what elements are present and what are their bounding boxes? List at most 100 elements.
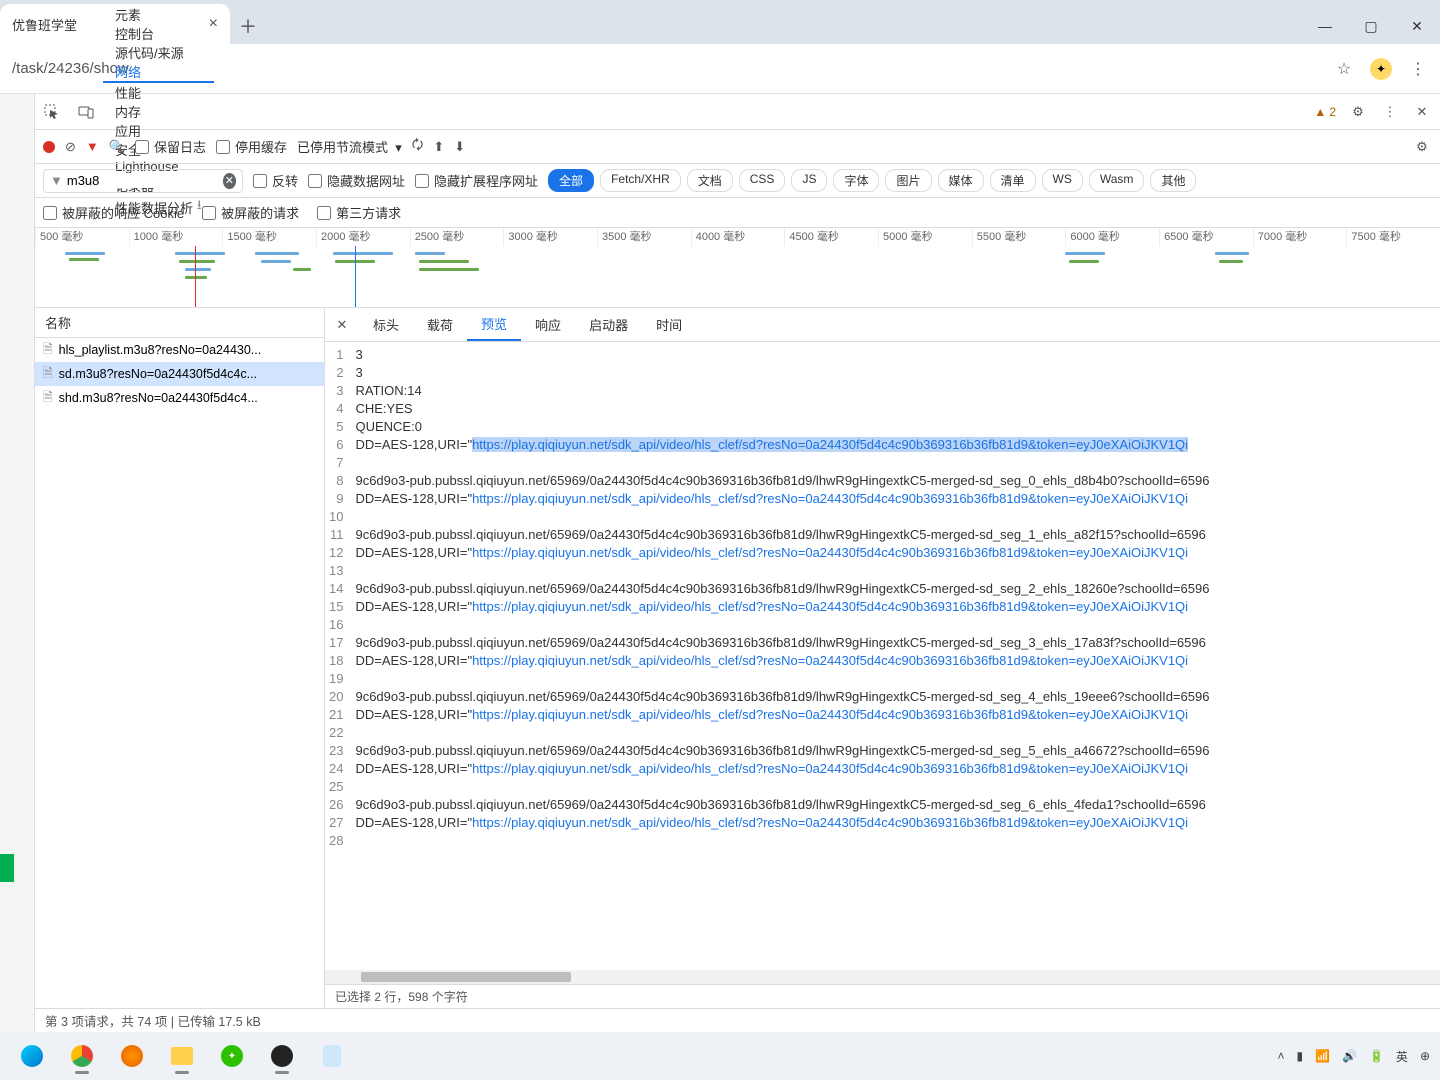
devtools-tab-网络[interactable]: 网络 [103, 62, 214, 83]
windows-taskbar: ✦ ˄ ▮ 📶 🔊 🔋 英 ⊕ [0, 1032, 1440, 1080]
bookmark-star-icon[interactable]: ☆ [1334, 59, 1354, 79]
new-tab-button[interactable]: ＋ [230, 8, 266, 44]
filter-type-全部[interactable]: 全部 [548, 169, 594, 192]
tray-volume-icon[interactable]: 🔊 [1342, 1049, 1357, 1063]
detail-tab-标头[interactable]: 标头 [359, 308, 413, 341]
filter-input-box[interactable]: ▼ ✕ [43, 169, 243, 193]
file-icon: 🗎 [43, 340, 53, 361]
detail-tab-启动器[interactable]: 启动器 [575, 308, 642, 341]
import-har-icon[interactable]: ⬆ [433, 139, 444, 155]
hide-ext-urls-checkbox[interactable]: 隐藏扩展程序网址 [415, 171, 538, 190]
devtools-close-icon[interactable]: ✕ [1412, 102, 1432, 122]
devtools-tab-内存[interactable]: 内存 [103, 102, 214, 121]
devtools-panel: 元素控制台源代码/来源网络性能内存应用安全Lighthouse记录器⭳性能数据分… [34, 94, 1440, 1032]
tray-misc-icon[interactable]: ⊕ [1420, 1049, 1430, 1063]
devtools-menu-icon[interactable]: ⋮ [1380, 102, 1400, 122]
filter-type-图片[interactable]: 图片 [885, 169, 931, 192]
taskbar-firefox-icon[interactable] [110, 1036, 154, 1076]
settings-gear-icon[interactable]: ⚙ [1348, 102, 1368, 122]
devtools-tabs: 元素控制台源代码/来源网络性能内存应用安全Lighthouse记录器⭳性能数据分… [35, 94, 1440, 130]
timeline-tick: 4000 毫秒 [691, 228, 785, 246]
filter-type-WS[interactable]: WS [1042, 169, 1083, 192]
search-icon[interactable]: 🔍 [109, 139, 125, 155]
timeline-tick: 3500 毫秒 [597, 228, 691, 246]
tray-battery-icon[interactable]: 🔋 [1369, 1049, 1384, 1063]
clear-button[interactable]: ⊘ [65, 139, 76, 155]
timeline-tick: 6500 毫秒 [1159, 228, 1253, 246]
ime-indicator[interactable]: 英 [1396, 1048, 1408, 1065]
blocked-cookies-checkbox[interactable]: 被屏蔽的响应 Cookie [43, 203, 184, 222]
filter-type-文档[interactable]: 文档 [687, 169, 733, 192]
filter-type-Fetch/XHR[interactable]: Fetch/XHR [600, 169, 681, 192]
taskbar-obs-icon[interactable] [260, 1036, 304, 1076]
record-button[interactable] [43, 141, 55, 153]
tray-wifi-icon[interactable]: 📶 [1315, 1049, 1330, 1063]
hide-data-urls-checkbox[interactable]: 隐藏数据网址 [308, 171, 405, 190]
export-har-icon[interactable]: ⬇ [454, 139, 465, 155]
third-party-checkbox[interactable]: 第三方请求 [317, 203, 401, 222]
tray-security-icon[interactable]: ▮ [1296, 1049, 1303, 1063]
extension-icon[interactable]: ✦ [1370, 58, 1392, 80]
name-column-header[interactable]: 名称 [35, 308, 324, 338]
devtools-tab-性能[interactable]: 性能 [103, 83, 214, 102]
timeline-tick: 2000 毫秒 [316, 228, 410, 246]
filter-input[interactable] [67, 173, 223, 188]
taskbar-explorer-icon[interactable] [160, 1036, 204, 1076]
filter-type-Wasm[interactable]: Wasm [1089, 169, 1145, 192]
filter-type-媒体[interactable]: 媒体 [938, 169, 984, 192]
filter-type-字体[interactable]: 字体 [833, 169, 879, 192]
filter-type-JS[interactable]: JS [791, 169, 827, 192]
detail-tab-响应[interactable]: 响应 [521, 308, 575, 341]
close-window-button[interactable]: ✕ [1394, 8, 1440, 44]
close-detail-icon[interactable]: ✕ [325, 317, 359, 333]
filter-type-其他[interactable]: 其他 [1150, 169, 1196, 192]
horizontal-scrollbar[interactable] [325, 970, 1440, 984]
filter-toggle-icon[interactable]: ▼ [86, 139, 99, 154]
request-row[interactable]: 🗎shd.m3u8?resNo=0a24430f5d4c4... [35, 386, 324, 410]
address-bar: /task/24236/show ☆ ✦ ⋮ [0, 44, 1440, 94]
detail-tabs: ✕ 标头载荷预览响应启动器时间 [325, 308, 1440, 342]
browser-tabstrip: 优鲁班学堂 × ＋ — ▢ ✕ [0, 0, 1440, 44]
request-row[interactable]: 🗎hls_playlist.m3u8?resNo=0a24430... [35, 338, 324, 362]
preserve-log-checkbox[interactable]: 保留日志 [135, 137, 206, 156]
inspect-element-icon[interactable] [35, 104, 69, 120]
taskbar-notepad-icon[interactable] [310, 1036, 354, 1076]
minimize-button[interactable]: — [1302, 8, 1348, 44]
page-content-strip [0, 94, 34, 1032]
tray-chevron-icon[interactable]: ˄ [1277, 1049, 1284, 1063]
taskbar-chrome-icon[interactable] [60, 1036, 104, 1076]
timeline-tick: 6000 毫秒 [1065, 228, 1159, 246]
network-status-bar: 第 3 项请求，共 74 项 | 已传输 17.5 kB [35, 1008, 1440, 1032]
detail-tab-时间[interactable]: 时间 [642, 308, 696, 341]
network-filter-bar-2: 被屏蔽的响应 Cookie 被屏蔽的请求 第三方请求 [35, 198, 1440, 228]
devtools-tab-元素[interactable]: 元素 [103, 5, 214, 24]
taskbar-edge-icon[interactable] [10, 1036, 54, 1076]
devtools-tab-源代码/来源[interactable]: 源代码/来源 [103, 43, 214, 62]
devtools-tab-控制台[interactable]: 控制台 [103, 24, 214, 43]
device-toolbar-icon[interactable] [69, 104, 103, 120]
network-settings-gear-icon[interactable]: ⚙ [1412, 137, 1432, 157]
detail-tab-预览[interactable]: 预览 [467, 308, 521, 341]
issues-warning-badge[interactable]: ▲ 2 [1314, 105, 1336, 119]
timeline-tick: 3000 毫秒 [503, 228, 597, 246]
throttling-select[interactable]: 已停用节流模式 ▾ [297, 137, 402, 156]
network-filter-bar: ▼ ✕ 反转 隐藏数据网址 隐藏扩展程序网址 全部 Fetch/XHR 文档 CSSJ… [35, 164, 1440, 198]
network-conditions-icon[interactable]: 🗘 [412, 136, 424, 158]
disable-cache-checkbox[interactable]: 停用缓存 [216, 137, 287, 156]
filter-type-清单[interactable]: 清单 [990, 169, 1036, 192]
file-icon: 🗎 [43, 388, 53, 409]
detail-tab-载荷[interactable]: 载荷 [413, 308, 467, 341]
timeline-tick: 5500 毫秒 [972, 228, 1066, 246]
browser-menu-icon[interactable]: ⋮ [1408, 59, 1428, 79]
filter-type-CSS[interactable]: CSS [739, 169, 786, 192]
page-green-element [0, 854, 14, 882]
blocked-requests-checkbox[interactable]: 被屏蔽的请求 [202, 203, 299, 222]
preview-code-area[interactable]: 1234567891011121314151617181920212223242… [325, 342, 1440, 984]
window-controls: — ▢ ✕ [1302, 8, 1440, 44]
taskbar-wechat-icon[interactable]: ✦ [210, 1036, 254, 1076]
request-row[interactable]: 🗎sd.m3u8?resNo=0a24430f5d4c4c... [35, 362, 324, 386]
network-timeline[interactable]: 500 毫秒1000 毫秒1500 毫秒2000 毫秒2500 毫秒3000 毫… [35, 228, 1440, 308]
maximize-button[interactable]: ▢ [1348, 8, 1394, 44]
invert-checkbox[interactable]: 反转 [253, 171, 298, 190]
clear-filter-icon[interactable]: ✕ [223, 173, 236, 189]
